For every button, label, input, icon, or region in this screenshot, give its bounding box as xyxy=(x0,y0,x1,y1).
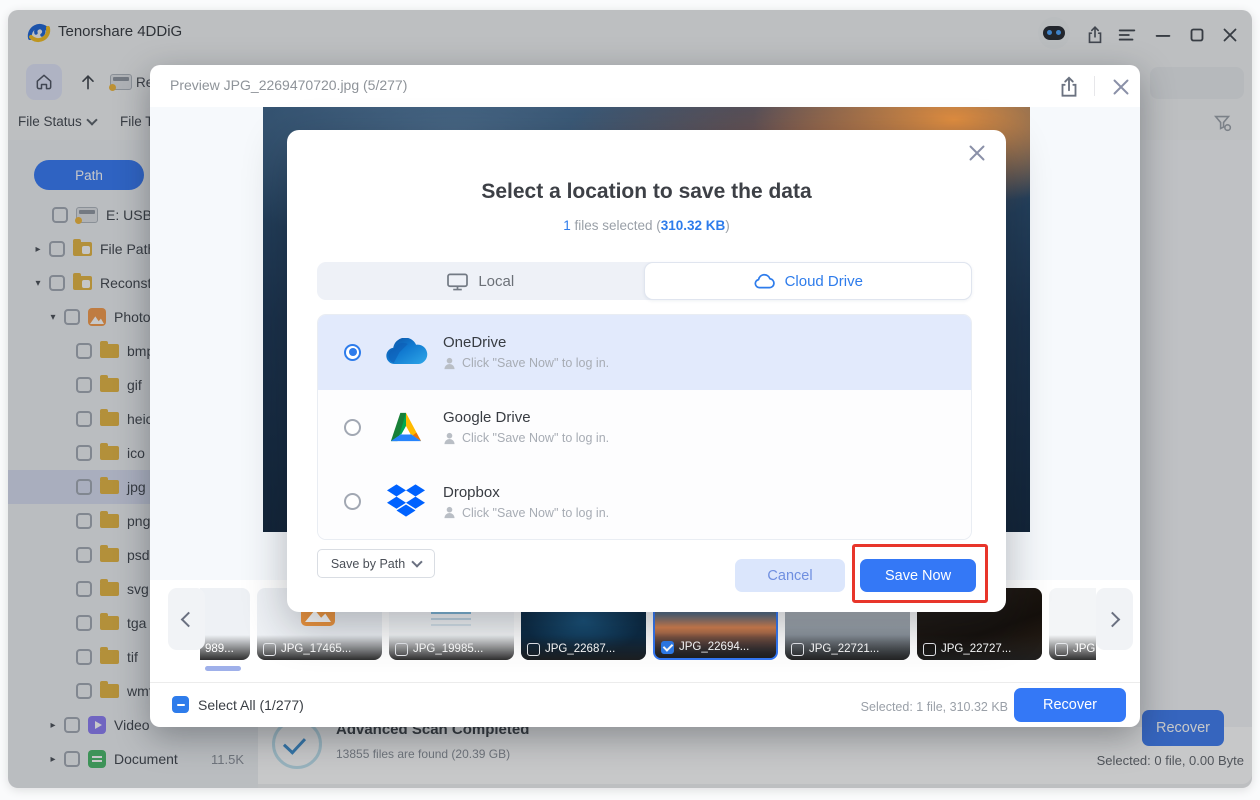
thumbnail-label: JPG_22687... xyxy=(521,635,646,660)
screen: Tenorshare 4DDiG xyxy=(0,0,1260,800)
cloud-option-name: Google Drive xyxy=(443,409,609,426)
dropbox-logo-icon xyxy=(381,482,431,522)
tab-cloud-drive-label: Cloud Drive xyxy=(785,273,863,290)
file-name: JPG_22727... xyxy=(941,643,1011,655)
export-icon[interactable] xyxy=(1056,74,1082,100)
google-drive-logo-icon xyxy=(381,407,431,447)
hint-text: Click "Save Now" to log in. xyxy=(462,356,609,370)
tab-local-label: Local xyxy=(478,273,514,290)
preview-selected-info: Selected: 1 file, 310.32 KB xyxy=(861,700,1008,714)
thumbnail-label: JPG_22694... xyxy=(655,633,776,658)
preview-close-icon[interactable] xyxy=(1108,74,1134,100)
file-name: JPG xyxy=(1073,643,1095,655)
checkbox[interactable] xyxy=(395,643,408,656)
thumbnail-label: JPG_17465... xyxy=(257,635,382,660)
file-name: 989... xyxy=(205,643,234,655)
cloud-option-onedrive[interactable]: OneDrive Click "Save Now" to log in. xyxy=(318,315,971,390)
save-location-modal: Select a location to save the data 1 fil… xyxy=(287,130,1006,612)
strip-prev-button[interactable] xyxy=(168,588,205,650)
select-all-checkbox[interactable]: Select All (1/277) xyxy=(172,696,304,713)
preview-dialog-header: Preview JPG_2269470720.jpg (5/277) xyxy=(150,65,1140,108)
thumbnail-label: JPG_22721... xyxy=(785,635,910,660)
modal-title: Select a location to save the data xyxy=(287,180,1006,204)
file-name: JPG_19985... xyxy=(413,643,483,655)
strip-next-button[interactable] xyxy=(1096,588,1133,650)
radio[interactable] xyxy=(344,419,361,436)
checkbox[interactable] xyxy=(263,643,276,656)
checkbox[interactable] xyxy=(923,643,936,656)
thumbnail-jpg[interactable]: JPG xyxy=(1049,588,1096,660)
chevron-down-icon xyxy=(412,556,423,567)
file-name: JPG_17465... xyxy=(281,643,351,655)
indeterminate-checkbox-icon xyxy=(172,696,189,713)
cloud-option-dropbox[interactable]: Dropbox Click "Save Now" to log in. xyxy=(318,464,971,539)
cloud-option-text: Google Drive Click "Save Now" to log in. xyxy=(443,409,609,445)
preview-footer: Select All (1/277) Selected: 1 file, 310… xyxy=(150,682,1140,728)
thumbnail-label: JPG_22727... xyxy=(917,635,1042,660)
radio-selected[interactable] xyxy=(344,344,361,361)
radio[interactable] xyxy=(344,493,361,510)
cloud-option-google-drive[interactable]: Google Drive Click "Save Now" to log in. xyxy=(318,390,971,465)
cloud-option-name: Dropbox xyxy=(443,484,609,501)
preview-recover-button[interactable]: Recover xyxy=(1014,688,1126,722)
file-name: JPG_22687... xyxy=(545,643,615,655)
hint-text: Click "Save Now" to log in. xyxy=(462,506,609,520)
selected-count: 1 xyxy=(563,218,571,233)
tab-cloud-drive[interactable]: Cloud Drive xyxy=(644,262,973,300)
cloud-option-hint: Click "Save Now" to log in. xyxy=(443,506,609,520)
select-all-label: Select All (1/277) xyxy=(198,697,304,713)
checkbox[interactable] xyxy=(1055,643,1068,656)
strip-scroll-indicator[interactable] xyxy=(205,666,241,671)
save-by-path-dropdown[interactable]: Save by Path xyxy=(317,549,435,578)
checkbox[interactable] xyxy=(791,643,804,656)
cancel-button[interactable]: Cancel xyxy=(735,559,845,592)
preview-title: Preview JPG_2269470720.jpg (5/277) xyxy=(170,77,407,93)
thumbnail-label: JPG_19985... xyxy=(389,635,514,660)
thumbnail-label: JPG xyxy=(1049,635,1096,660)
thumbnail-label: 989... xyxy=(200,635,250,660)
monitor-icon xyxy=(446,272,469,291)
checked-checkbox[interactable] xyxy=(661,641,674,654)
cloud-option-name: OneDrive xyxy=(443,334,609,351)
cloud-option-hint: Click "Save Now" to log in. xyxy=(443,356,609,370)
hint-text: Click "Save Now" to log in. xyxy=(462,431,609,445)
tab-local[interactable]: Local xyxy=(317,262,644,300)
cloud-option-text: Dropbox Click "Save Now" to log in. xyxy=(443,484,609,520)
person-icon xyxy=(443,432,456,445)
modal-subtitle: 1 files selected (310.32 KB) xyxy=(287,218,1006,233)
cloud-option-text: OneDrive Click "Save Now" to log in. xyxy=(443,334,609,370)
selected-size: 310.32 KB xyxy=(661,218,726,233)
file-name: JPG_22694... xyxy=(679,641,749,653)
person-icon xyxy=(443,357,456,370)
cloud-option-hint: Click "Save Now" to log in. xyxy=(443,431,609,445)
file-name: JPG_22721... xyxy=(809,643,879,655)
checkbox[interactable] xyxy=(527,643,540,656)
modal-close-icon[interactable] xyxy=(964,140,990,166)
onedrive-logo-icon xyxy=(381,332,431,372)
save-location-tabs: Local Cloud Drive xyxy=(317,262,972,300)
thumbnail-989[interactable]: 989... xyxy=(200,588,250,660)
cloud-options-list: OneDriveClick "Save Now" to log in.Googl… xyxy=(317,314,972,540)
cloud-icon xyxy=(753,273,776,290)
divider xyxy=(1094,76,1095,96)
person-icon xyxy=(443,506,456,519)
save-now-button[interactable]: Save Now xyxy=(860,559,976,592)
